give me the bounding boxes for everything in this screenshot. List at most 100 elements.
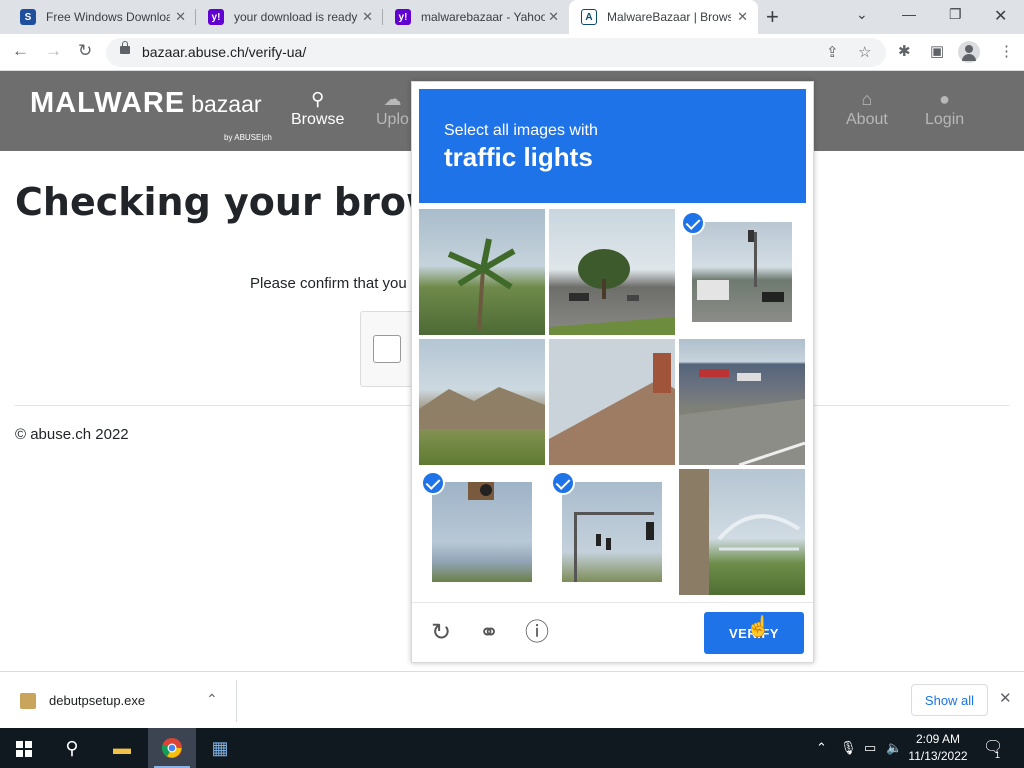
search-icon[interactable]: ⚲ [48, 728, 96, 768]
tab-download-ready[interactable]: y! your download is ready ✕ [196, 0, 383, 34]
roof-image [549, 339, 675, 465]
tab-title: your download is ready [234, 10, 358, 24]
url-text[interactable]: bazaar.abuse.ch/verify-ua/ [142, 44, 306, 60]
restore-button[interactable]: ❐ [949, 6, 962, 23]
nav-login[interactable]: ● Login [925, 89, 964, 129]
refresh-icon[interactable]: ↻ [426, 618, 456, 648]
clock-date: 11/13/2022 [908, 749, 968, 763]
forward-arrow-icon[interactable]: → [45, 41, 62, 61]
prompt-instruction: Select all images with [444, 122, 598, 139]
info-icon[interactable]: ⓘ [522, 618, 552, 648]
clock[interactable]: 2:09 AM 11/13/2022 [908, 731, 968, 765]
bank-icon: ⌂ [861, 89, 873, 109]
confirm-human-text: Please confirm that you [250, 275, 407, 292]
nav-about[interactable]: ⌂ About [846, 89, 888, 129]
menu-kebab-icon[interactable]: ⋮ [999, 42, 1014, 60]
challenge-divider [412, 602, 813, 603]
footer-copyright: © abuse.ch 2022 [15, 426, 129, 443]
nav-upload[interactable]: ☁ Uplo [376, 89, 409, 129]
captcha-tile-1[interactable] [419, 209, 545, 335]
close-tab-icon[interactable]: ✕ [362, 9, 373, 25]
captcha-tile-7[interactable] [419, 469, 545, 595]
captcha-tile-6[interactable] [679, 339, 805, 465]
captcha-prompt: Select all images with traffic lights [419, 89, 806, 203]
selected-check-icon [681, 211, 705, 235]
notification-icon[interactable]: 🗨 [983, 728, 1003, 768]
file-explorer-icon[interactable]: ▬ [98, 728, 146, 768]
browser-tab-strip: S Free Windows Downloads ✕ y! your downl… [0, 0, 1024, 34]
volume-icon[interactable]: 🔈 [886, 728, 902, 768]
reload-icon[interactable]: ↻ [78, 41, 92, 61]
abuse-ch-icon: A [581, 9, 597, 25]
nav-label: Login [925, 111, 965, 128]
extensions-puzzle-icon[interactable]: ✱ [898, 42, 911, 60]
new-tab-button[interactable]: + [766, 4, 779, 30]
captcha-tile-5[interactable] [549, 339, 675, 465]
browser-toolbar: ← → ↻ bazaar.abuse.ch/verify-ua/ ⇪ ☆ ✱ ▣… [0, 34, 1024, 71]
road-storefront-image [679, 339, 805, 465]
tab-search-chevron-icon[interactable]: ⌄ [856, 6, 868, 23]
nav-browse[interactable]: ⚲ Browse [291, 89, 344, 129]
captcha-tile-8[interactable] [549, 469, 675, 595]
nav-label: About [846, 111, 888, 128]
chevron-up-icon[interactable]: ⌃ [816, 728, 827, 768]
tree-bridge-image [679, 469, 805, 595]
prompt-target: traffic lights [444, 142, 593, 172]
show-all-button[interactable]: Show all [911, 684, 988, 716]
side-panel-icon[interactable]: ▣ [930, 42, 944, 60]
nav-label: Browse [291, 111, 345, 128]
chrome-icon[interactable] [148, 728, 196, 768]
captcha-tile-3[interactable] [679, 209, 805, 335]
captcha-tile-9[interactable] [679, 469, 805, 595]
logo-by-text: by ABUSE|ch [224, 133, 272, 142]
captcha-tile-4[interactable] [419, 339, 545, 465]
intersection-traffic-light-image [692, 222, 792, 322]
tab-title: malwarebazaar - Yahoo [421, 10, 545, 24]
chevron-up-icon[interactable]: ⌃ [206, 691, 218, 708]
network-icon[interactable]: ▭ [864, 728, 876, 768]
film-app-icon[interactable]: ▦ [196, 728, 244, 768]
traffic-lights-image [562, 482, 662, 582]
tab-free-windows-downloads[interactable]: S Free Windows Downloads ✕ [8, 0, 196, 34]
close-window-button[interactable]: ✕ [994, 6, 1007, 26]
softonic-icon: S [20, 9, 36, 25]
palm-tree-image [419, 209, 545, 335]
close-tab-icon[interactable]: ✕ [175, 9, 186, 25]
windows-start-icon[interactable] [16, 741, 32, 757]
back-arrow-icon[interactable]: ← [12, 41, 29, 61]
yahoo-icon: y! [208, 9, 224, 25]
logo-sub-text: bazaar [191, 91, 262, 117]
close-tab-icon[interactable]: ✕ [548, 9, 559, 25]
tab-malwarebazaar[interactable]: A MalwareBazaar | Browse ✕ [569, 0, 758, 34]
download-filename[interactable]: debutpsetup.exe [49, 693, 145, 708]
download-divider [236, 680, 237, 722]
user-icon: ● [939, 89, 951, 109]
close-tab-icon[interactable]: ✕ [737, 9, 748, 25]
captcha-tile-2[interactable] [549, 209, 675, 335]
download-bar: debutpsetup.exe ⌃ Show all ✕ [0, 671, 1024, 728]
hand-cursor-icon: ☝ [746, 616, 771, 638]
tab-yahoo-search[interactable]: y! malwarebazaar - Yahoo ✕ [383, 0, 569, 34]
road-tree-image [549, 209, 675, 335]
microphone-icon[interactable]: 🎙 [840, 728, 857, 768]
hcaptcha-checkbox[interactable] [373, 335, 401, 363]
tab-title: MalwareBazaar | Browse [607, 10, 731, 24]
mountains-field-image [419, 339, 545, 465]
bookmark-star-icon[interactable]: ☆ [858, 43, 871, 61]
selected-check-icon [551, 471, 575, 495]
logo-main-text: MALWARE [30, 87, 186, 119]
close-icon[interactable]: ✕ [999, 689, 1012, 707]
exe-file-icon [20, 693, 36, 709]
malware-bazaar-logo[interactable]: MALWARE bazaar by ABUSE|ch [30, 87, 272, 142]
clock-time: 2:09 AM [915, 732, 961, 746]
minimize-button[interactable]: — [902, 6, 916, 22]
tab-title: Free Windows Downloads [46, 10, 170, 24]
yahoo-icon: y! [395, 9, 411, 25]
nav-label: Uplo [376, 111, 409, 128]
address-bar[interactable]: bazaar.abuse.ch/verify-ua/ ⇪ ☆ [106, 38, 886, 67]
sky-image [432, 482, 532, 582]
upload-icon: ☁ [383, 89, 402, 109]
profile-avatar-icon[interactable] [958, 41, 980, 63]
share-icon[interactable]: ⇪ [826, 43, 839, 61]
headphones-icon[interactable]: ⚭ [474, 618, 504, 648]
